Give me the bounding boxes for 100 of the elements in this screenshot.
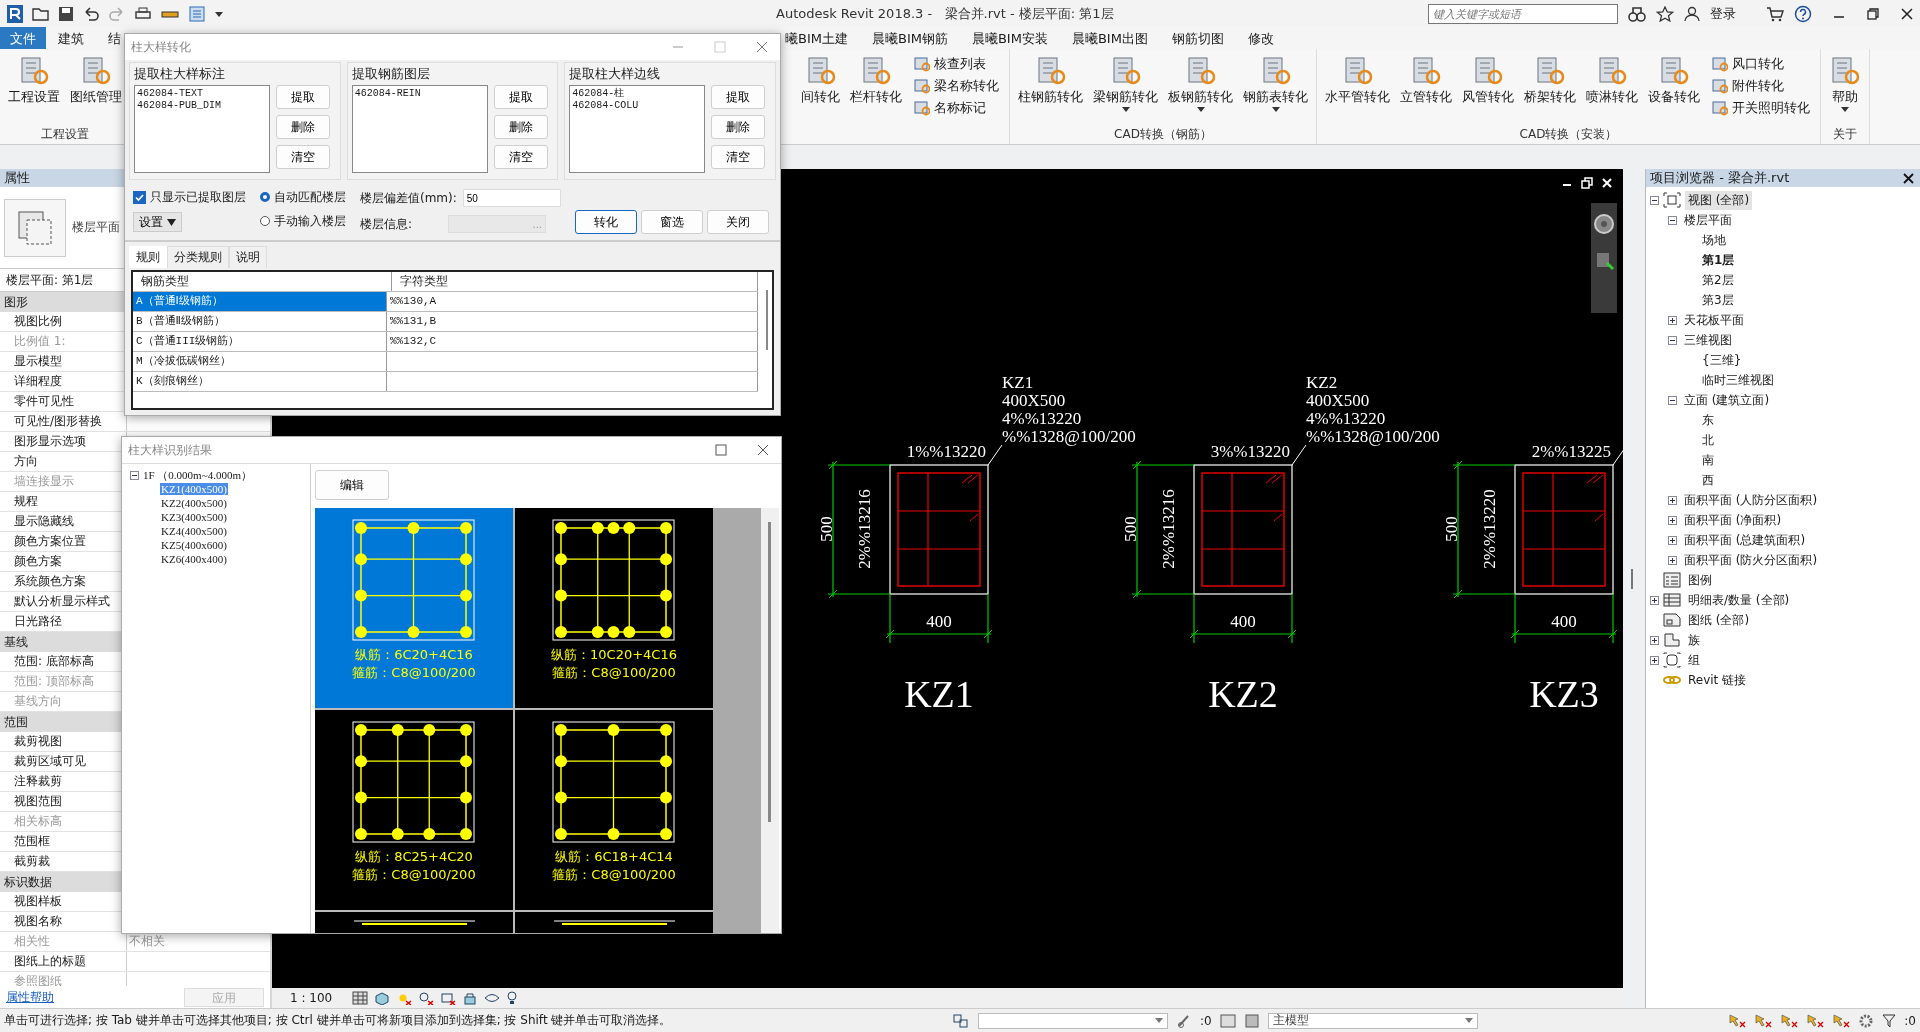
restore-icon[interactable] [1866, 6, 1880, 21]
list-item[interactable]: 462084-COLU [572, 100, 703, 112]
steering-wheel-icon[interactable] [1593, 213, 1615, 235]
selection-option-icon[interactable] [1728, 1012, 1747, 1029]
hide-icon[interactable] [484, 991, 501, 1005]
model-icon[interactable] [1243, 1012, 1260, 1029]
help-link[interactable]: 属性帮助 [6, 988, 54, 1006]
dialog-button[interactable]: 删除 [711, 115, 766, 139]
expand-icon[interactable] [1650, 635, 1659, 645]
ribbon-tool-button[interactable]: 柱钢筋转化 [1014, 51, 1087, 106]
table-cell[interactable]: K（刻痕钢丝） [133, 372, 387, 391]
expand-icon[interactable] [1668, 495, 1677, 505]
open-folder-icon[interactable] [32, 5, 50, 22]
star-icon[interactable] [1656, 5, 1674, 22]
ribbon-tool-button[interactable]: 图纸管理 [66, 51, 126, 106]
expand-icon[interactable] [1650, 595, 1659, 605]
list-item[interactable]: 462084-柱 [572, 88, 703, 100]
filter-icon[interactable] [1882, 1013, 1897, 1028]
tree-item[interactable]: 立面 (建筑立面) [1681, 390, 1773, 410]
tree-item[interactable]: 面积平面 (防火分区面积) [1681, 550, 1821, 570]
table-cell[interactable]: %%130,A [387, 292, 758, 311]
ribbon-tool-button[interactable]: 梁名称转化 [914, 77, 999, 95]
layer-list[interactable]: 462084-TEXT 462084-PUB_DIM [134, 85, 270, 173]
detail-level-icon[interactable] [352, 991, 369, 1005]
ribbon-tab[interactable]: 建筑 [46, 27, 96, 49]
ribbon-tool-button[interactable]: 水平管转化 [1321, 51, 1394, 106]
preview-tile[interactable]: 纵筋：6C20+4C16 箍筋：C8@100/200 [315, 508, 513, 708]
login-link[interactable]: 登录 [1710, 4, 1736, 23]
cart-icon[interactable] [1766, 5, 1784, 22]
radio-label[interactable]: 手动输入楼层 [274, 212, 346, 230]
tree-item[interactable]: 第2层 [1699, 270, 1737, 290]
checkbox[interactable] [133, 190, 146, 204]
maximize-icon[interactable] [715, 444, 727, 456]
tree-item[interactable]: 南 [1699, 450, 1717, 470]
expand-icon[interactable] [1650, 655, 1659, 665]
ribbon-tab[interactable]: 钢筋切图 [1159, 27, 1236, 49]
tree-item[interactable]: 组 [1685, 650, 1703, 670]
table-cell[interactable]: C（普通III级钢筋） [133, 332, 387, 351]
tree-item[interactable]: 西 [1699, 470, 1717, 490]
close-icon[interactable] [1900, 6, 1914, 21]
expand-icon[interactable] [1668, 535, 1677, 545]
layer-list[interactable]: 462084-REIN [351, 85, 488, 173]
tree-item[interactable]: 临时三维视图 [1699, 370, 1777, 390]
collapse-icon[interactable] [1668, 335, 1677, 345]
tree-item[interactable]: 视图 (全部) [1685, 190, 1753, 210]
selection-option-icon[interactable] [1780, 1012, 1799, 1029]
tab[interactable]: 规则 [129, 246, 167, 268]
expand-icon[interactable] [1668, 315, 1677, 325]
ribbon-tab[interactable]: 晨曦BIM钢筋 [859, 27, 960, 49]
tree-item[interactable]: 面积平面 (总建筑面积) [1681, 530, 1809, 550]
preview-tile[interactable]: 纵筋：10C20+4C16 箍筋：C8@100/200 [515, 508, 713, 708]
ribbon-tab[interactable]: 晨曦BIM安装 [959, 27, 1060, 49]
selection-option-icon[interactable] [1832, 1012, 1851, 1029]
dialog-button[interactable]: 转化 [574, 210, 637, 234]
tree-item[interactable]: KZ4(400x500) [160, 525, 228, 537]
tree-item[interactable]: 天花板平面 [1681, 310, 1747, 330]
selection-option-icon[interactable] [1754, 1012, 1773, 1029]
ribbon-tab[interactable]: 修改 [1235, 27, 1286, 49]
radio-button[interactable] [260, 216, 270, 226]
ribbon-tool-button[interactable]: 帮助 [1825, 51, 1865, 112]
ribbon-tool-button[interactable]: 风口转化 [1712, 55, 1810, 73]
tree-item[interactable]: Revit 链接 [1685, 670, 1750, 690]
tab[interactable]: 分类规则 [167, 246, 229, 268]
ribbon-tool-button[interactable]: 核查列表 [914, 55, 999, 73]
list-item[interactable]: 462084-TEXT [137, 88, 267, 100]
table-cell[interactable]: %%131,B [387, 312, 758, 331]
radio-label[interactable]: 自动匹配楼层 [274, 188, 346, 206]
ribbon-tool-button[interactable]: 栏杆转化 [846, 51, 906, 106]
ribbon-tool-button[interactable]: 附件转化 [1712, 77, 1810, 95]
workset-icon[interactable] [952, 1012, 970, 1029]
table-cell[interactable]: B（普通Ⅱ级钢筋） [133, 312, 387, 331]
dialog-button[interactable]: 删除 [493, 115, 548, 139]
tree-item[interactable]: 场地 [1699, 230, 1729, 250]
tree-item[interactable]: KZ5(400x600) [160, 539, 228, 551]
crop-icon[interactable] [440, 991, 457, 1005]
tree-item[interactable]: 面积平面 (人防分区面积) [1681, 490, 1821, 510]
tree-item[interactable]: KZ2(400x500) [160, 497, 228, 509]
tree-item[interactable]: 图例 [1685, 570, 1715, 590]
ribbon-tool-button[interactable]: 立管转化 [1396, 51, 1456, 106]
ribbon-tool-button[interactable]: 板钢筋转化 [1164, 51, 1237, 112]
ribbon-tool-button[interactable]: 梁钢筋转化 [1089, 51, 1162, 112]
table-cell[interactable]: M（冷拔低碳钢丝） [133, 352, 387, 371]
checkbox-label[interactable]: 只显示已提取图层 [150, 188, 246, 206]
ribbon-tool-button[interactable]: 桥架转化 [1520, 51, 1580, 106]
binoculars-icon[interactable] [1628, 5, 1646, 22]
settings-dropdown-button[interactable]: 设置 [133, 212, 182, 232]
close-icon[interactable] [1903, 172, 1914, 184]
list-item[interactable]: 462084-PUB_DIM [137, 100, 267, 112]
expand-icon[interactable] [1668, 515, 1677, 525]
lock-icon[interactable] [462, 991, 479, 1005]
shadow-icon[interactable] [418, 991, 435, 1005]
restore-icon[interactable] [1581, 177, 1593, 189]
edit-button[interactable]: 编辑 [315, 470, 389, 500]
table-cell[interactable]: A（普通Ⅰ级钢筋） [133, 292, 387, 311]
dialog-button[interactable]: 提取 [276, 85, 330, 109]
tree-item[interactable]: {三维} [1699, 350, 1745, 370]
table-cell[interactable]: %%132,C [387, 332, 758, 351]
dialog-button[interactable]: 提取 [493, 85, 548, 109]
collapse-icon[interactable] [1668, 215, 1677, 225]
tree-item[interactable]: 面积平面 (净面积) [1681, 510, 1785, 530]
